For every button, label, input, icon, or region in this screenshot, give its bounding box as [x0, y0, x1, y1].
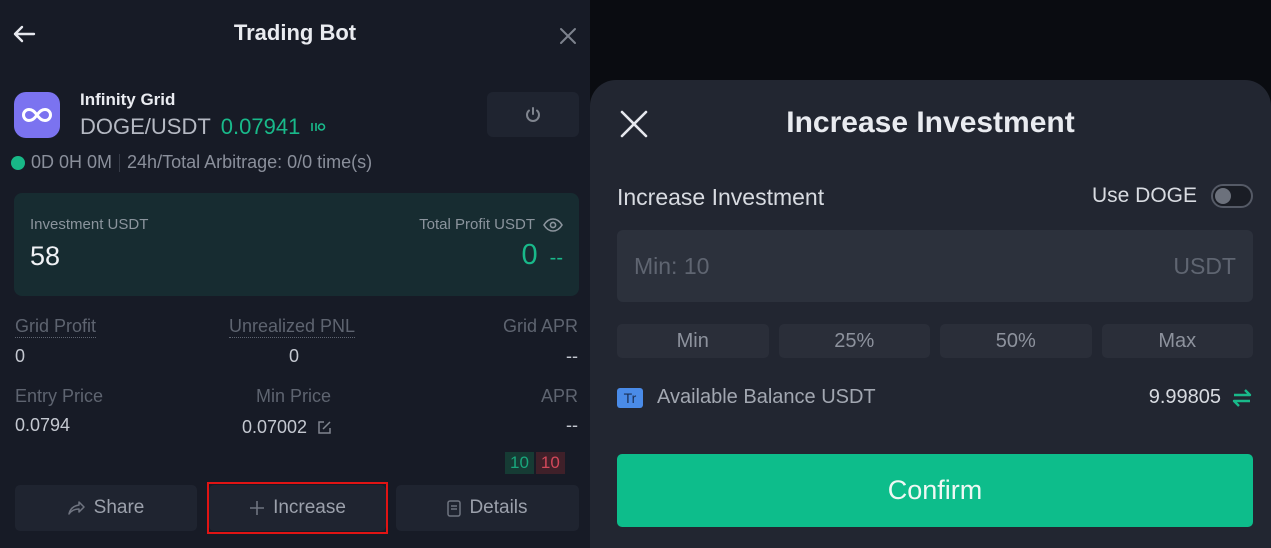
grid-apr-label: Grid APR [502, 316, 578, 336]
unrealized-pnl-value: 0 [289, 346, 300, 366]
bot-status-line: 0D 0H 0M 24h/Total Arbitrage: 0/0 time(s… [11, 152, 372, 173]
current-price: 0.07941 [220, 114, 301, 139]
percent-50-button[interactable]: 50% [940, 324, 1092, 358]
share-button[interactable]: Share [15, 485, 197, 531]
entry-price-label: Entry Price [15, 386, 104, 406]
running-status-dot-icon [11, 155, 25, 170]
trading-bot-panel: Trading Bot Infinity Grid DOGE/USDT 0.07… [0, 0, 590, 548]
share-icon [67, 501, 85, 515]
total-profit-value: 0 [521, 239, 538, 271]
apr-value: -- [566, 415, 578, 435]
close-icon[interactable] [556, 24, 580, 48]
amount-unit: USDT [1173, 252, 1236, 279]
eye-icon[interactable] [543, 217, 563, 232]
top-bar: Trading Bot [0, 0, 590, 70]
available-balance-value: 9.99805 [1148, 386, 1221, 408]
grid-profit-label[interactable]: Grid Profit [15, 316, 97, 338]
total-profit-header: Total Profit USDT [419, 216, 563, 233]
apr-label: APR [540, 386, 578, 406]
bot-type: Infinity Grid [80, 90, 176, 109]
edit-icon[interactable] [317, 420, 332, 435]
investment-card: Investment USDT 58 Total Profit USDT 0 -… [14, 193, 579, 296]
percent-min-button[interactable]: Min [617, 324, 769, 358]
share-label: Share [93, 497, 145, 518]
trading-pair: DOGE/USDT [80, 114, 211, 139]
buy-grid-count: 10 [505, 452, 534, 474]
available-balance-label: Available Balance USDT [657, 386, 876, 408]
confirm-button[interactable]: Confirm [617, 454, 1253, 527]
total-profit-label: Total Profit USDT [419, 216, 535, 233]
available-balance-row: Tr Available Balance USDT 9.99805 [617, 386, 1253, 409]
plus-icon [250, 501, 265, 515]
increase-investment-sheet: Increase Investment Increase Investment … [590, 80, 1271, 548]
percent-25-button[interactable]: 25% [778, 324, 930, 358]
investment-value: 58 [30, 241, 61, 271]
increase-investment-label: Increase Investment [617, 184, 825, 210]
entry-price-value: 0.0794 [15, 415, 71, 435]
use-doge-toggle-row: Use DOGE [1092, 184, 1253, 208]
infinity-grid-logo-icon [14, 92, 60, 138]
investment-label: Investment USDT [30, 216, 149, 233]
divider [119, 153, 121, 172]
increase-button[interactable]: Increase [209, 485, 386, 531]
amount-input[interactable] [634, 252, 1174, 280]
infinity-mini-icon [311, 123, 326, 131]
min-price-label: Min Price [256, 386, 332, 406]
percent-max-button[interactable]: Max [1101, 324, 1253, 358]
page-title: Trading Bot [233, 20, 357, 45]
details-label: Details [469, 497, 528, 518]
grid-profit-stat: Grid Profit [15, 316, 97, 338]
sheet-title: Increase Investment [786, 106, 1075, 139]
document-icon [447, 499, 462, 517]
min-price-row: 0.07002 [242, 417, 332, 438]
amount-field[interactable]: USDT [617, 230, 1253, 302]
total-profit-change: -- [549, 247, 563, 269]
percent-options: Min 25% 50% Max [617, 324, 1253, 358]
stop-bot-button[interactable] [487, 92, 579, 137]
unrealized-pnl-stat: Unrealized PNL [229, 316, 356, 338]
grid-count-badges: 10 10 [505, 452, 565, 474]
trading-account-badge: Tr [617, 387, 643, 408]
use-doge-label: Use DOGE [1091, 184, 1197, 207]
total-profit: 0 -- [522, 239, 563, 272]
min-price-value: 0.07002 [242, 417, 308, 437]
toggle-knob [1215, 188, 1231, 204]
increase-label: Increase [273, 497, 346, 518]
transfer-icon[interactable] [1231, 388, 1253, 408]
pair-line: DOGE/USDT 0.07941 [80, 114, 326, 140]
grid-apr-value: -- [566, 346, 578, 366]
power-icon [526, 106, 540, 122]
unrealized-pnl-label[interactable]: Unrealized PNL [229, 316, 356, 338]
runtime: 0D 0H 0M [31, 152, 113, 172]
grid-profit-value: 0 [15, 346, 26, 366]
details-button[interactable]: Details [396, 485, 579, 531]
arbitrage-count: 24h/Total Arbitrage: 0/0 time(s) [127, 152, 373, 172]
use-doge-toggle[interactable] [1211, 184, 1253, 208]
sell-grid-count: 10 [535, 452, 565, 474]
